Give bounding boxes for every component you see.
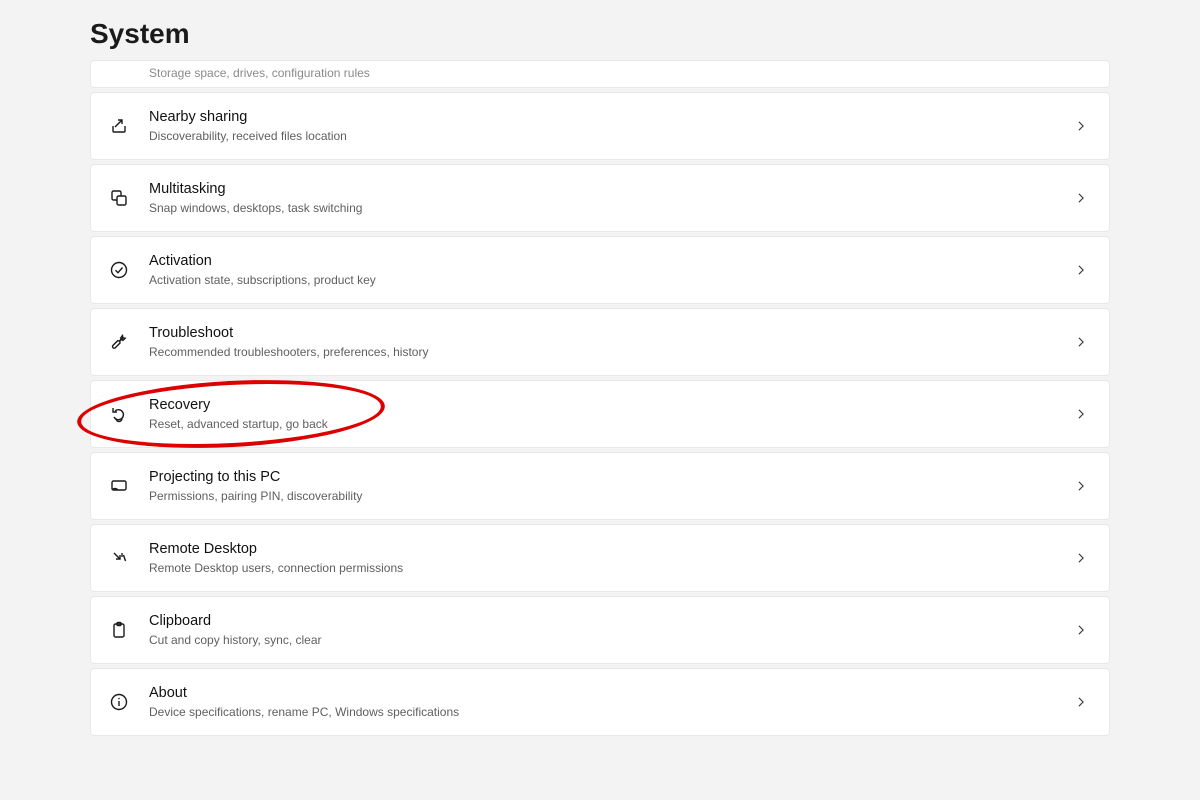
multitasking-icon <box>109 188 129 208</box>
item-title: Activation <box>149 252 1071 272</box>
item-title: Troubleshoot <box>149 324 1071 344</box>
chevron-right-icon <box>1071 476 1091 496</box>
item-title: Nearby sharing <box>149 108 1071 128</box>
chevron-right-icon <box>1071 620 1091 640</box>
remote-desktop-icon <box>109 548 129 568</box>
item-title: Recovery <box>149 396 1071 416</box>
item-desc: Recommended troubleshooters, preferences… <box>149 344 1071 360</box>
settings-list: Storage space, drives, configuration rul… <box>90 60 1110 736</box>
settings-item-clipboard[interactable]: Clipboard Cut and copy history, sync, cl… <box>90 596 1110 664</box>
item-title: Projecting to this PC <box>149 468 1071 488</box>
checkmark-circle-icon <box>109 260 129 280</box>
settings-item-nearby-sharing[interactable]: Nearby sharing Discoverability, received… <box>90 92 1110 160</box>
item-desc: Device specifications, rename PC, Window… <box>149 704 1071 720</box>
item-desc: Storage space, drives, configuration rul… <box>149 65 1091 81</box>
settings-item-about[interactable]: About Device specifications, rename PC, … <box>90 668 1110 736</box>
item-title: Remote Desktop <box>149 540 1071 560</box>
chevron-right-icon <box>1071 188 1091 208</box>
recovery-icon <box>109 404 129 424</box>
item-desc: Remote Desktop users, connection permiss… <box>149 560 1071 576</box>
share-icon <box>109 116 129 136</box>
settings-item-multitasking[interactable]: Multitasking Snap windows, desktops, tas… <box>90 164 1110 232</box>
settings-item-projecting[interactable]: Projecting to this PC Permissions, pairi… <box>90 452 1110 520</box>
chevron-right-icon <box>1071 404 1091 424</box>
wrench-icon <box>109 332 129 352</box>
item-title: About <box>149 684 1071 704</box>
item-desc: Snap windows, desktops, task switching <box>149 200 1071 216</box>
item-desc: Activation state, subscriptions, product… <box>149 272 1071 288</box>
settings-item-remote-desktop[interactable]: Remote Desktop Remote Desktop users, con… <box>90 524 1110 592</box>
item-title: Clipboard <box>149 612 1071 632</box>
item-desc: Permissions, pairing PIN, discoverabilit… <box>149 488 1071 504</box>
chevron-right-icon <box>1071 332 1091 352</box>
item-desc: Discoverability, received files location <box>149 128 1071 144</box>
chevron-right-icon <box>1071 692 1091 712</box>
settings-item-recovery[interactable]: Recovery Reset, advanced startup, go bac… <box>90 380 1110 448</box>
storage-icon <box>109 61 129 81</box>
item-desc: Cut and copy history, sync, clear <box>149 632 1071 648</box>
page-title: System <box>90 18 1110 50</box>
clipboard-icon <box>109 620 129 640</box>
info-icon <box>109 692 129 712</box>
settings-item-storage[interactable]: Storage space, drives, configuration rul… <box>90 60 1110 88</box>
chevron-right-icon <box>1071 548 1091 568</box>
item-desc: Reset, advanced startup, go back <box>149 416 1071 432</box>
settings-item-troubleshoot[interactable]: Troubleshoot Recommended troubleshooters… <box>90 308 1110 376</box>
projecting-icon <box>109 476 129 496</box>
settings-item-activation[interactable]: Activation Activation state, subscriptio… <box>90 236 1110 304</box>
chevron-right-icon <box>1071 260 1091 280</box>
item-title: Multitasking <box>149 180 1071 200</box>
chevron-right-icon <box>1071 116 1091 136</box>
